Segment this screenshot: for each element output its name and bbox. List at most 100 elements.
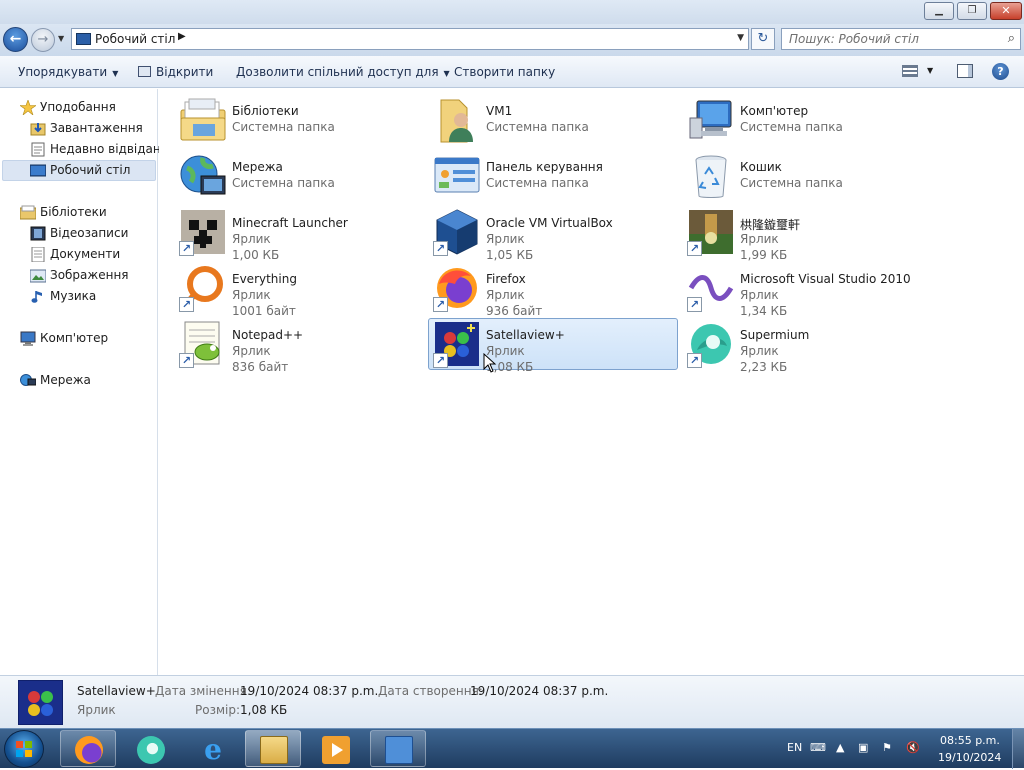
organize-button[interactable]: Упорядкувати ▼ — [18, 65, 118, 79]
view-options-icon[interactable] — [902, 65, 918, 77]
breadcrumb-arrow-icon[interactable]: ▶ — [178, 31, 186, 42]
details-created-value: 19/10/2024 08:37 p.m. — [470, 684, 609, 698]
refresh-button[interactable]: ↻ — [751, 28, 775, 50]
supermium-icon: ↗ — [687, 320, 735, 368]
details-created-label: Дата створення: — [378, 684, 483, 698]
item-size: 1,00 КБ — [232, 248, 280, 262]
pictures-icon — [29, 268, 47, 283]
start-button[interactable] — [4, 730, 44, 768]
shortcut-arrow-icon: ↗ — [687, 353, 702, 368]
item-size: 836 байт — [232, 360, 289, 374]
language-indicator[interactable]: EN — [787, 741, 802, 754]
media-player-icon — [322, 736, 350, 764]
item-visual-studio[interactable]: ↗ Microsoft Visual Studio 2010 Ярлик 1,3… — [682, 262, 932, 318]
search-input[interactable]: Пошук: Робочий стіл ⌕ — [781, 28, 1021, 50]
details-size-label: Розмір: — [195, 703, 241, 717]
item-supermium[interactable]: ↗ Supermium Ярлик 2,23 КБ — [682, 318, 932, 374]
windows-logo-icon — [16, 741, 32, 757]
open-label: Відкрити — [156, 65, 214, 79]
taskbar-media-player[interactable] — [307, 730, 363, 767]
item-type: Ярлик — [486, 232, 525, 246]
taskbar-firefox[interactable] — [60, 730, 116, 767]
item-control-panel[interactable]: Панель керування Системна папка — [428, 150, 678, 202]
preview-pane-icon[interactable] — [957, 64, 973, 78]
item-satellaview[interactable]: ↗ Satellaview+ Ярлик 1,08 КБ — [428, 318, 678, 374]
taskbar-explorer[interactable] — [245, 730, 301, 767]
forward-button[interactable]: → — [31, 28, 55, 52]
item-network[interactable]: Мережа Системна папка — [174, 150, 424, 202]
details-name: Satellaview+ — [77, 684, 156, 698]
navigation-pane: Уподобання Завантаження Недавно відвідан… — [0, 89, 168, 675]
share-button[interactable]: Дозволити спільний доступ для ▼ — [236, 65, 450, 79]
title-bar[interactable]: ▁ ❐ ✕ — [0, 0, 1024, 24]
item-everything[interactable]: ↗ Everything Ярлик 1001 байт — [174, 262, 424, 318]
recent-pages-dropdown[interactable]: ▼ — [58, 34, 64, 43]
shortcut-arrow-icon: ↗ — [433, 241, 448, 256]
shortcut-arrow-icon: ↗ — [179, 241, 194, 256]
maximize-button[interactable]: ❐ — [957, 2, 987, 20]
item-type: Системна папка — [740, 120, 843, 134]
item-type: Ярлик — [486, 288, 525, 302]
item-type: Системна папка — [232, 120, 335, 134]
close-button[interactable]: ✕ — [990, 2, 1022, 20]
sidebar-label: Робочий стіл — [50, 163, 131, 177]
item-name: Firefox — [486, 272, 526, 286]
item-virtualbox[interactable]: ↗ Oracle VM VirtualBox Ярлик 1,05 КБ — [428, 206, 678, 262]
item-game-shortcut[interactable]: ↗ 栱隆鏇璽軒 Ярлик 1,99 КБ — [682, 206, 932, 262]
item-vm1[interactable]: VM1 Системна папка — [428, 94, 678, 146]
address-bar[interactable]: Робочий стіл ▶ ▼ — [71, 28, 749, 50]
network-tray-icon[interactable]: ▣ — [858, 741, 868, 754]
taskbar-control-panel[interactable] — [370, 730, 426, 767]
taskbar-supermium[interactable] — [122, 730, 178, 767]
help-icon[interactable]: ? — [992, 63, 1009, 80]
user-folder-icon — [433, 96, 481, 144]
show-desktop-button[interactable] — [1012, 729, 1024, 769]
item-type: Ярлик — [740, 344, 779, 358]
item-type: Ярлик — [232, 288, 271, 302]
open-button[interactable]: Відкрити — [138, 65, 213, 79]
back-button[interactable]: ← — [3, 27, 28, 52]
firefox-icon — [75, 736, 103, 764]
item-minecraft-launcher[interactable]: ↗ Minecraft Launcher Ярлик 1,00 КБ — [174, 206, 424, 262]
search-placeholder: Пошук: Робочий стіл — [789, 32, 919, 46]
item-name: Satellaview+ — [486, 328, 565, 342]
clock-time[interactable]: 08:55 p.m. — [940, 734, 1000, 747]
item-type: Ярлик — [232, 232, 271, 246]
documents-icon — [30, 246, 46, 263]
recycle-bin-icon — [687, 152, 735, 200]
item-computer[interactable]: Комп'ютер Системна папка — [682, 94, 932, 146]
item-libraries[interactable]: Бібліотеки Системна папка — [174, 94, 424, 146]
computer-icon — [687, 96, 735, 144]
control-panel-icon — [433, 152, 481, 200]
item-firefox[interactable]: ↗ Firefox Ярлик 936 байт — [428, 262, 678, 318]
search-icon[interactable]: ⌕ — [1008, 31, 1015, 46]
supermium-icon — [137, 736, 165, 764]
address-row: ← → ▼ Робочий стіл ▶ ▼ ↻ Пошук: Робочий … — [0, 24, 1024, 56]
notepadpp-icon: ↗ — [179, 320, 227, 368]
minecraft-icon: ↗ — [179, 208, 227, 256]
address-path[interactable]: Робочий стіл — [95, 32, 175, 46]
volume-muted-icon[interactable]: 🔇 — [906, 741, 920, 754]
view-options-dropdown-icon[interactable]: ▼ — [927, 66, 933, 75]
chevron-down-icon: ▼ — [443, 69, 450, 78]
visual-studio-icon: ↗ — [687, 264, 735, 312]
clock-date[interactable]: 19/10/2024 — [938, 751, 1001, 764]
recent-places-icon — [30, 142, 46, 157]
internet-explorer-icon: e — [204, 733, 222, 766]
control-panel-icon — [385, 736, 413, 764]
item-recycle-bin[interactable]: Кошик Системна папка — [682, 150, 932, 202]
action-center-flag-icon[interactable]: ⚑ — [882, 741, 892, 754]
chevron-up-icon[interactable]: ▲ — [836, 741, 844, 754]
address-dropdown-icon[interactable]: ▼ — [737, 33, 744, 43]
new-folder-button[interactable]: Створити папку — [454, 65, 555, 79]
item-notepadpp[interactable]: ↗ Notepad++ Ярлик 836 байт — [174, 318, 424, 374]
virtualbox-icon: ↗ — [433, 208, 481, 256]
file-list: Бібліотеки Системна папка VM1 Системна п… — [159, 89, 1024, 675]
taskbar-internet-explorer[interactable]: e — [184, 730, 240, 767]
item-name: Кошик — [740, 160, 782, 174]
shortcut-arrow-icon: ↗ — [433, 297, 448, 312]
minimize-button[interactable]: ▁ — [924, 2, 954, 20]
item-type: Ярлик — [232, 344, 271, 358]
item-name: Minecraft Launcher — [232, 216, 348, 230]
keyboard-icon[interactable]: ⌨ — [810, 741, 826, 754]
